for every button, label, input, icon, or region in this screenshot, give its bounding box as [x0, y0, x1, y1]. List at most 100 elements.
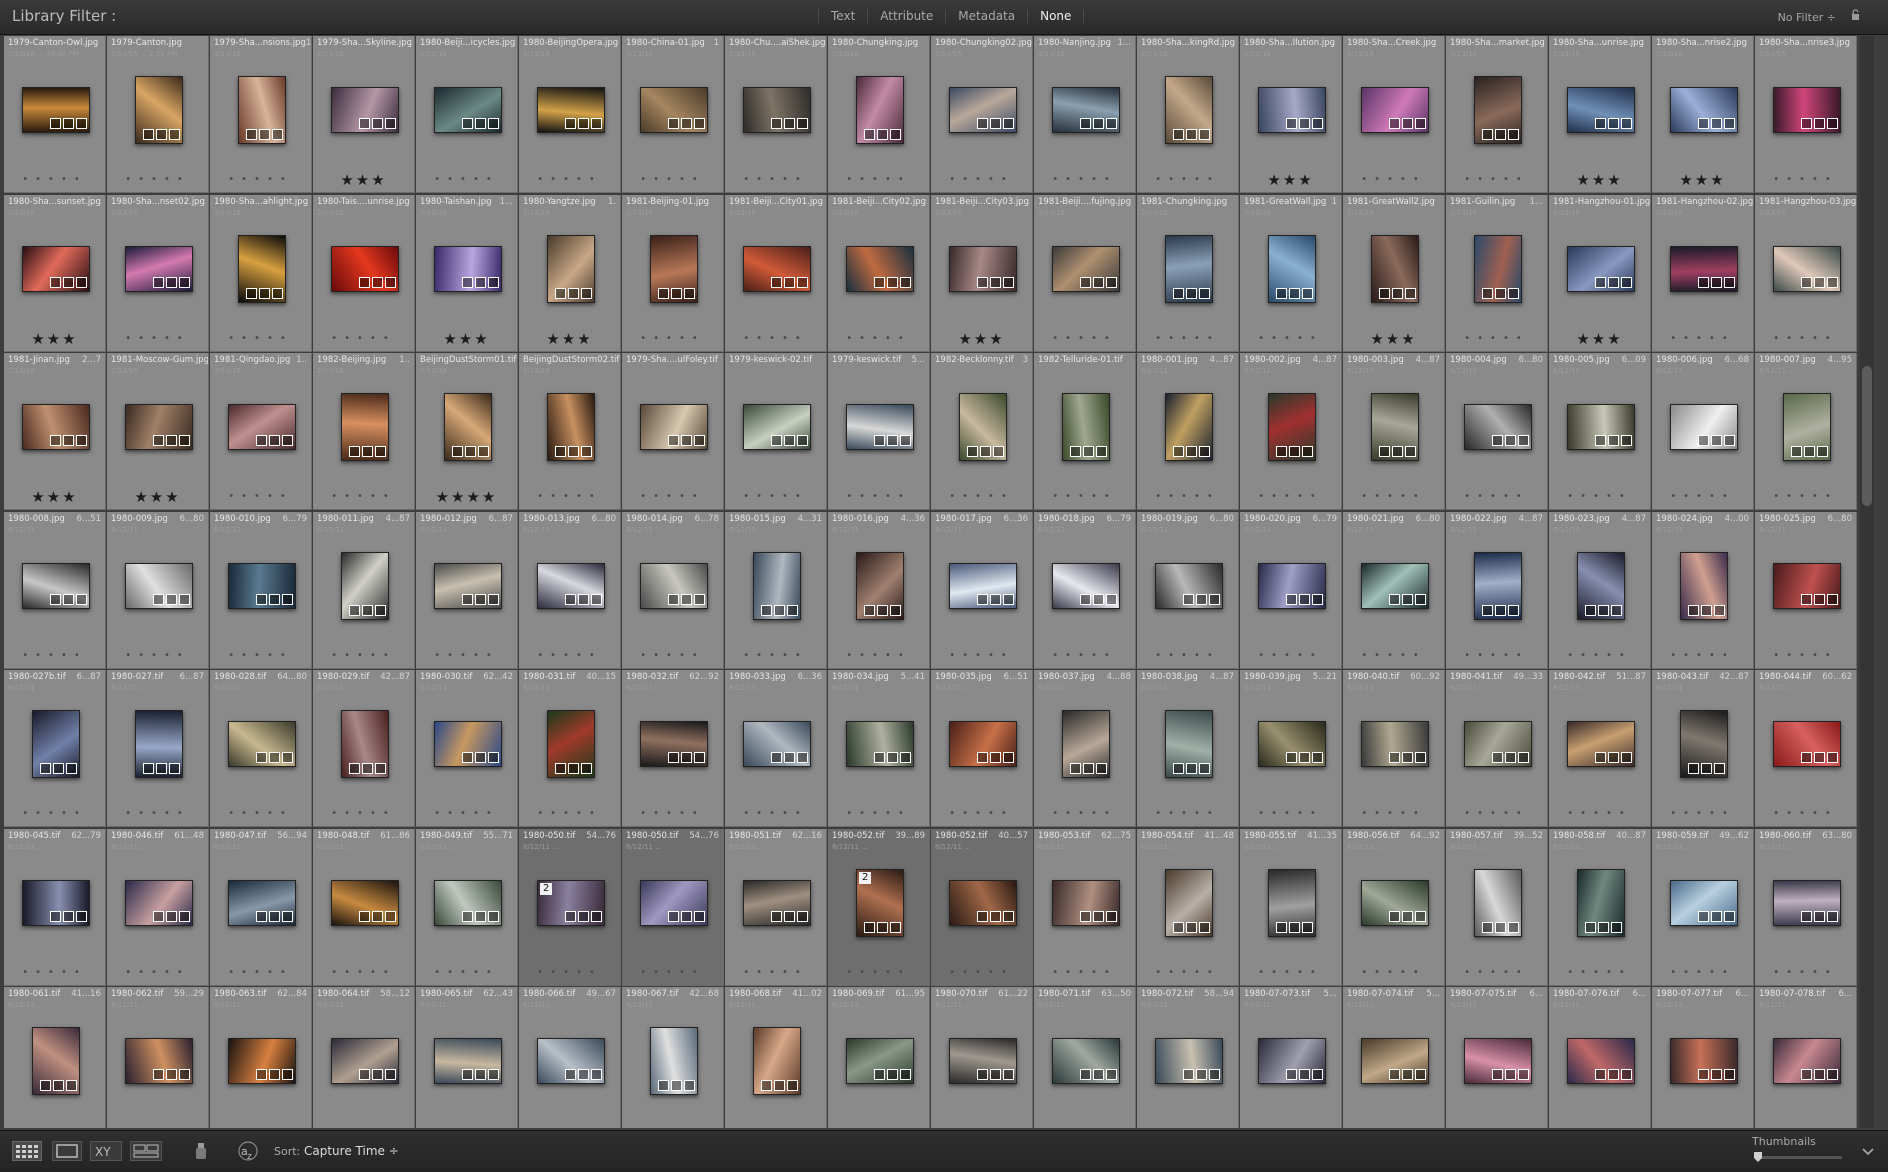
star-rating[interactable]: ••••• — [313, 806, 414, 822]
keyword-badge-icon[interactable] — [1801, 1069, 1812, 1080]
thumbnail-cell[interactable]: 1980-068.tif 41...02 8/12/11 ... ••••• — [725, 987, 827, 1128]
keyword-badge-icon[interactable] — [1595, 118, 1606, 129]
keyword-badge-icon[interactable] — [555, 763, 566, 774]
star-rating[interactable]: ••••• — [1446, 489, 1547, 505]
thumbnail-grid[interactable]: 1979-Canton-Owl.jpg 2/13/16 ... 38:48 PM •… — [4, 36, 1858, 1128]
thumbnail-badges[interactable] — [462, 911, 499, 922]
edit-badge-icon[interactable] — [169, 763, 180, 774]
star-rating[interactable]: ••••• — [519, 965, 620, 981]
edit-badge-icon[interactable] — [76, 118, 87, 129]
thumbnail-cell[interactable]: 1980-008.jpg 6...51 8/12/11 ... ••••• — [4, 512, 106, 669]
metadata-badge-icon[interactable] — [681, 118, 692, 129]
filter-tab-none[interactable]: None — [1027, 9, 1085, 23]
thumbnail-badges[interactable] — [1286, 752, 1323, 763]
thumbnail-badges[interactable] — [977, 911, 1014, 922]
thumbnail-badges[interactable] — [462, 1069, 499, 1080]
thumbnail-cell[interactable]: 1980-040.tif 60...92 8/12/11 ... ••••• — [1343, 670, 1445, 827]
star-rating[interactable]: ★★★ — [1240, 172, 1341, 188]
star-rating[interactable]: ••••• — [931, 172, 1032, 188]
thumbnail-cell[interactable]: 1980-039.jpg 5...21 8/12/11 ... ••••• — [1240, 670, 1342, 827]
keyword-badge-icon[interactable] — [771, 752, 782, 763]
thumbnail-badges[interactable] — [761, 1080, 798, 1091]
keyword-badge-icon[interactable] — [1276, 288, 1287, 299]
star-rating[interactable]: ••••• — [107, 965, 208, 981]
metadata-badge-icon[interactable] — [568, 763, 579, 774]
edit-badge-icon[interactable] — [76, 594, 87, 605]
sort-dropdown[interactable]: Capture Time ÷ — [304, 1144, 399, 1158]
edit-badge-icon[interactable] — [1312, 752, 1323, 763]
edit-badge-icon[interactable] — [694, 911, 705, 922]
keyword-badge-icon[interactable] — [1791, 446, 1802, 457]
edit-badge-icon[interactable] — [1415, 752, 1426, 763]
edit-badge-icon[interactable] — [797, 118, 808, 129]
edit-badge-icon[interactable] — [1003, 118, 1014, 129]
thumbnail-badges[interactable] — [1801, 277, 1838, 288]
thumbnail-badges[interactable] — [153, 911, 190, 922]
thumbnail-badges[interactable] — [1389, 911, 1426, 922]
edit-badge-icon[interactable] — [1106, 277, 1117, 288]
thumbnail-cell[interactable]: 1980-052.tif 40...57 8/12/11 ... ••••• — [931, 829, 1033, 986]
thumbnail-badges[interactable] — [143, 763, 180, 774]
star-rating[interactable]: ••••• — [725, 965, 826, 981]
star-rating[interactable]: ••••• — [107, 172, 208, 188]
metadata-badge-icon[interactable] — [372, 1069, 383, 1080]
star-rating[interactable]: ••••• — [1549, 1123, 1650, 1128]
metadata-badge-icon[interactable] — [465, 446, 476, 457]
keyword-badge-icon[interactable] — [153, 1069, 164, 1080]
star-rating[interactable]: ••••• — [1446, 806, 1547, 822]
keyword-badge-icon[interactable] — [1482, 129, 1493, 140]
thumbnail-cell[interactable]: 1980-Beiji...icycles.jpg 2/13/16 ••••• — [416, 36, 518, 193]
thumbnail-badges[interactable] — [1286, 118, 1323, 129]
star-rating[interactable]: ••••• — [1446, 172, 1547, 188]
star-rating[interactable]: ••••• — [1343, 172, 1444, 188]
metadata-badge-icon[interactable] — [1402, 118, 1413, 129]
edit-badge-icon[interactable] — [1003, 277, 1014, 288]
thumbnail-badges[interactable] — [462, 752, 499, 763]
metadata-badge-icon[interactable] — [1196, 1069, 1207, 1080]
edit-badge-icon[interactable] — [1106, 594, 1117, 605]
metadata-badge-icon[interactable] — [774, 605, 785, 616]
scrollbar-thumb[interactable] — [1862, 366, 1872, 506]
thumbnail-cell[interactable]: 1980-07-074.tif 5... 8/12/11 ... ••••• — [1343, 987, 1445, 1128]
thumbnail-badges[interactable] — [349, 763, 386, 774]
keyword-badge-icon[interactable] — [359, 1069, 370, 1080]
keyword-badge-icon[interactable] — [246, 288, 257, 299]
keyword-badge-icon[interactable] — [771, 911, 782, 922]
sort-direction-icon[interactable]: a z — [234, 1141, 262, 1161]
keyword-badge-icon[interactable] — [1492, 1069, 1503, 1080]
thumbnail-cell[interactable]: 1981-Chungking.jpg 2/13/16 ••••• — [1137, 195, 1239, 352]
thumbnail-badges[interactable] — [1801, 594, 1838, 605]
edit-badge-icon[interactable] — [694, 594, 705, 605]
star-rating[interactable]: ••••• — [1343, 648, 1444, 664]
thumbnail-cell[interactable]: 1980-Taishan.jpg 1... 2/13/16 ★★★ — [416, 195, 518, 352]
thumbnail-cell[interactable]: 1980-072.tif 58...94 8/12/11 ... ••••• — [1137, 987, 1239, 1128]
thumbnail-badges[interactable] — [143, 129, 180, 140]
star-rating[interactable]: ••••• — [1652, 331, 1753, 347]
thumbnail-cell[interactable]: 1980-07-076.tif 6... 8/12/11 ... ••••• — [1549, 987, 1651, 1128]
thumbnail-badges[interactable] — [50, 118, 87, 129]
thumbnail-cell[interactable]: 1980-027.tif 6...87 8/12/11 ... ••••• — [107, 670, 209, 827]
thumbnail-badges[interactable] — [771, 435, 808, 446]
edit-badge-icon[interactable] — [282, 1069, 293, 1080]
thumbnail-badges[interactable] — [1070, 446, 1107, 457]
thumbnail-cell[interactable]: 1980-Sha...unrise.jpg 2/13/16 ★★★ — [1549, 36, 1651, 193]
metadata-badge-icon[interactable] — [1701, 605, 1712, 616]
metadata-badge-icon[interactable] — [877, 605, 888, 616]
keyword-badge-icon[interactable] — [153, 911, 164, 922]
thumbnail-cell[interactable]: 1981-Guilin.jpg 1... 2/13/16 ••••• — [1446, 195, 1548, 352]
edit-badge-icon[interactable] — [1724, 118, 1735, 129]
thumbnail-cell[interactable]: 1981-Jinan.jpg 2...7 2/13/16 ★★★ — [4, 353, 106, 510]
thumbnail-badges[interactable] — [452, 446, 489, 457]
thumbnail-badges[interactable] — [555, 763, 592, 774]
metadata-badge-icon[interactable] — [1608, 277, 1619, 288]
thumbnail-badges[interactable] — [1585, 922, 1622, 933]
thumbnail-badges[interactable] — [668, 435, 705, 446]
metadata-badge-icon[interactable] — [475, 118, 486, 129]
edit-badge-icon[interactable] — [1724, 277, 1735, 288]
thumbnail-cell[interactable]: 1980-Chungking02.jpg 2/13/16 ••••• — [931, 36, 1033, 193]
metadata-badge-icon[interactable] — [1289, 446, 1300, 457]
keyword-badge-icon[interactable] — [1173, 763, 1184, 774]
edit-badge-icon[interactable] — [1415, 594, 1426, 605]
filter-tab-text[interactable]: Text — [818, 9, 867, 23]
star-rating[interactable]: ★★★ — [107, 489, 208, 505]
